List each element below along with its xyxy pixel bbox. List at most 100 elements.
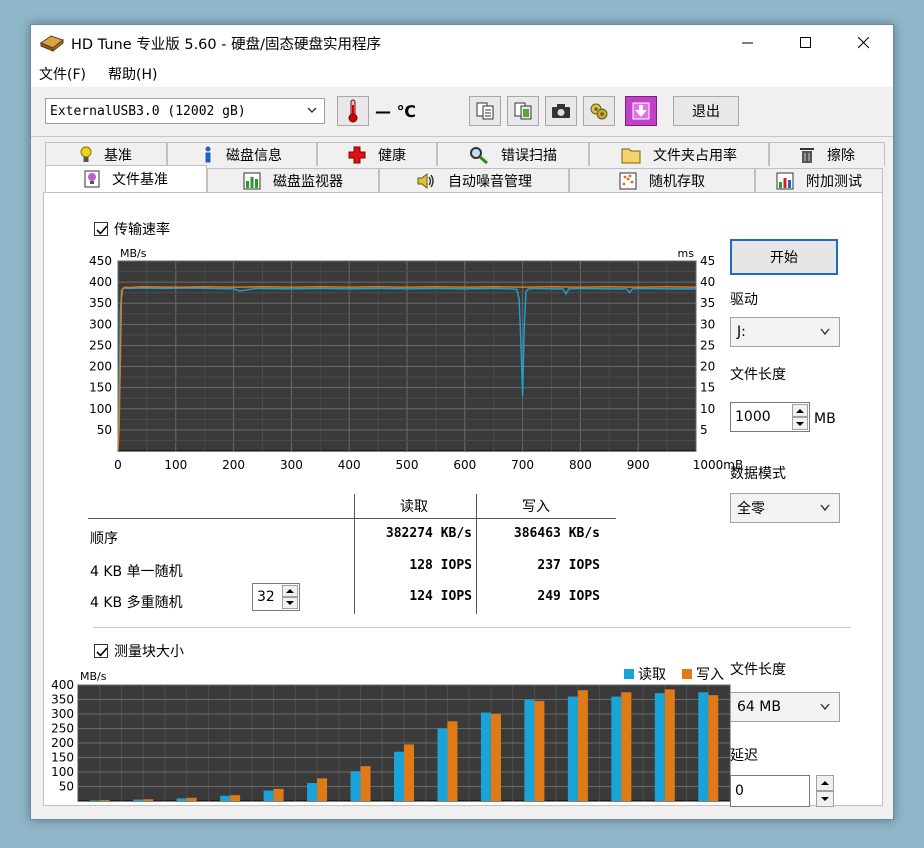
tab-error-scan[interactable]: 错误扫描 [437, 142, 589, 166]
tab-extra-tests[interactable]: 附加测试 [755, 168, 883, 192]
read-bar [698, 692, 709, 801]
spin-down-button[interactable] [816, 791, 834, 807]
options-button[interactable] [583, 96, 615, 126]
section-separator [94, 627, 850, 628]
menu-file[interactable]: 文件(F) [39, 64, 86, 84]
copy-all-button[interactable] [507, 96, 539, 126]
start-button[interactable]: 开始 [730, 239, 838, 275]
read-bar [437, 728, 448, 801]
caret-down-icon [821, 797, 829, 801]
y-tick-label-right: 40 [700, 275, 715, 289]
block-size-checkbox[interactable] [94, 644, 108, 658]
tab-extra-tests-label: 附加测试 [806, 173, 862, 190]
caret-up-icon [796, 408, 804, 413]
read-bar [176, 798, 187, 801]
screenshot-button[interactable] [545, 96, 577, 126]
close-icon [858, 37, 870, 49]
col-read-header: 读取 [400, 499, 428, 515]
chevron-down-icon [307, 107, 317, 113]
block-file-length-combo[interactable]: 64 MB [730, 692, 840, 722]
drive-label: 驱动 [730, 292, 758, 308]
write-bar [447, 721, 458, 801]
minimize-button[interactable] [719, 25, 777, 61]
bar-chart-icon [243, 172, 261, 189]
y-tick-label-right: 15 [700, 381, 715, 395]
row-4k-single-read: 128 IOPS [409, 558, 472, 573]
folder-icon [621, 148, 641, 163]
y-tick-label: 100 [51, 765, 74, 779]
results-table: 读取 写入 顺序 382274 KB/s 386463 KB/s 4 KB 单一… [88, 494, 648, 614]
x-tick-label: 500 [396, 458, 419, 472]
copy-text-button[interactable] [469, 96, 501, 126]
drive-combo-value: J: [737, 324, 746, 340]
tab-noise-management[interactable]: 自动噪音管理 [379, 168, 569, 192]
transfer-rate-option[interactable]: 传输速率 [94, 219, 170, 239]
delay-spinner-buttons [816, 775, 834, 807]
chevron-down-icon [820, 328, 830, 336]
data-mode-label: 数据模式 [730, 466, 786, 482]
menu-help[interactable]: 帮助(H) [108, 64, 157, 84]
settings-icon [590, 103, 608, 120]
spin-up-button[interactable] [282, 585, 298, 597]
y-tick-label: 400 [51, 678, 74, 692]
tab-disk-info[interactable]: 磁盘信息 [167, 142, 317, 166]
tab-erase[interactable]: 擦除 [769, 142, 885, 166]
delay-input[interactable]: 0 [730, 775, 810, 807]
title-bar[interactable]: HD Tune 专业版 5.60 - 硬盘/固态硬盘实用程序 [31, 25, 893, 61]
save-button[interactable] [625, 96, 657, 126]
data-mode-value: 全零 [737, 501, 765, 517]
block-size-option[interactable]: 测量块大小 [94, 641, 184, 661]
temperature-button[interactable] [337, 96, 369, 126]
file-length-value: 1000 [735, 409, 771, 425]
file-length-spinner[interactable]: 1000 [730, 402, 810, 432]
tab-disk-monitor[interactable]: 磁盘监视器 [207, 168, 379, 192]
magnifier-icon [470, 146, 488, 164]
y-tick-label-right: 20 [700, 360, 715, 374]
block-file-length-value: 64 MB [737, 699, 781, 715]
x-tick-label: 700 [511, 458, 534, 472]
app-window: HD Tune 专业版 5.60 - 硬盘/固态硬盘实用程序 文件(F) 帮助(… [30, 24, 894, 820]
read-bar [307, 783, 318, 801]
spin-up-button[interactable] [816, 775, 834, 791]
write-bar [577, 690, 588, 801]
tab-file-benchmark[interactable]: 文件基准 [45, 165, 207, 192]
write-bar [99, 800, 110, 801]
drive-select-value: ExternalUSB3.0 (12002 gB) [50, 103, 246, 119]
y-tick-label: 300 [51, 707, 74, 721]
y-tick-label-left: 350 [89, 296, 112, 310]
tabs-bottom-row: 文件基准 磁盘监视器 自动噪音管理 随机存取 附加测试 [45, 165, 883, 192]
queue-depth-spinner[interactable]: 32 [252, 583, 300, 611]
drive-select[interactable]: ExternalUSB3.0 (12002 gB) [45, 98, 325, 124]
write-bar [186, 797, 197, 801]
read-bar [220, 795, 231, 801]
maximize-button[interactable] [777, 25, 835, 61]
data-mode-combo[interactable]: 全零 [730, 493, 840, 523]
scatter-icon [619, 172, 637, 189]
spin-up-button[interactable] [792, 404, 808, 417]
read-bar [133, 799, 144, 801]
tab-health[interactable]: 健康 [317, 142, 437, 166]
row-4k-multi-read: 124 IOPS [409, 589, 472, 604]
spin-down-button[interactable] [792, 417, 808, 430]
arrow-down-icon [632, 102, 650, 120]
write-bar [360, 766, 371, 801]
tab-random-access[interactable]: 随机存取 [569, 168, 755, 192]
thermometer-icon [348, 99, 358, 123]
y-tick-label-right: 35 [700, 296, 715, 310]
close-button[interactable] [835, 25, 893, 61]
read-bar [263, 790, 274, 801]
write-bar [534, 700, 545, 801]
tab-noise-management-label: 自动噪音管理 [448, 173, 532, 190]
drive-combo[interactable]: J: [730, 317, 840, 347]
tab-random-access-label: 随机存取 [649, 173, 705, 190]
spin-down-button[interactable] [282, 597, 298, 609]
exit-button[interactable]: 退出 [673, 96, 739, 126]
y-tick-label: 200 [51, 736, 74, 750]
write-bar [273, 788, 284, 801]
block-size-chart: 50100150200250300350400MB/s0.51248163264… [51, 666, 731, 802]
tab-benchmark[interactable]: 基准 [45, 142, 167, 166]
transfer-rate-checkbox[interactable] [94, 222, 108, 236]
file-length-label: 文件长度 [730, 367, 786, 383]
delay-value: 0 [735, 783, 744, 799]
tab-folder-usage[interactable]: 文件夹占用率 [589, 142, 769, 166]
